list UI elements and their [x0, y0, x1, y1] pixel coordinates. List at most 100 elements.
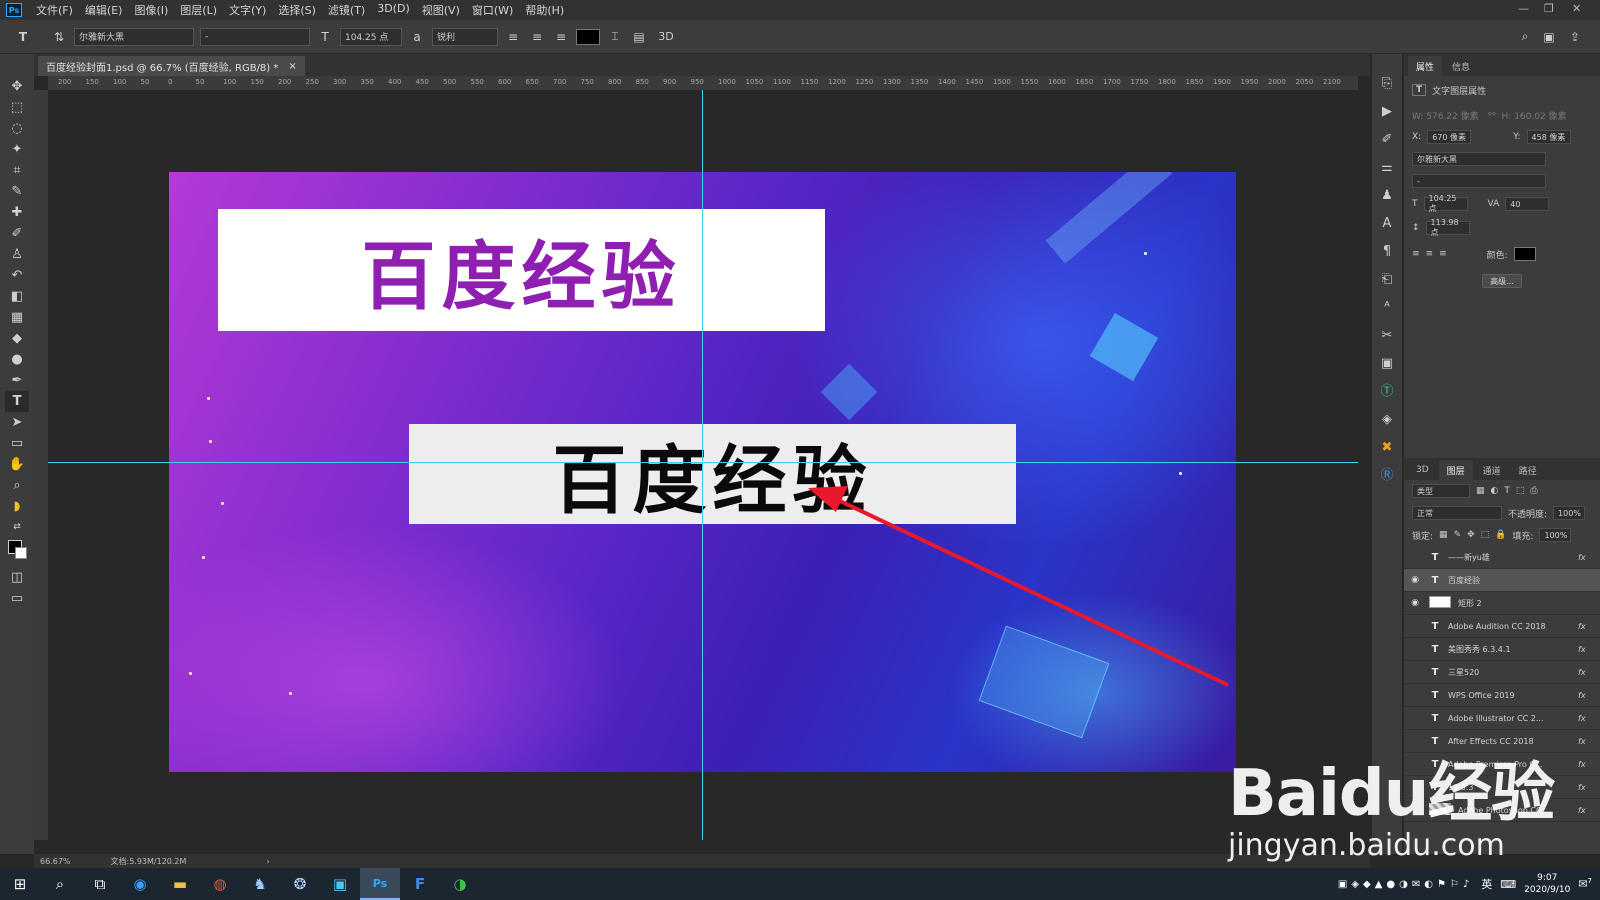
warp-text-icon[interactable]: ⌶	[606, 29, 624, 44]
paragraph-icon[interactable]: ¶	[1376, 240, 1398, 264]
x-field[interactable]: 670 像素	[1427, 130, 1472, 144]
lock-position-icon[interactable]: ✥	[1467, 530, 1475, 540]
banana-icon[interactable]: ◗	[5, 496, 29, 517]
close-tab-icon[interactable]: ×	[288, 61, 296, 72]
filter-type-icon[interactable]: T	[1504, 486, 1510, 496]
search-icon[interactable]: ⌕	[1516, 29, 1534, 44]
align-left-icon[interactable]: ≡	[504, 30, 522, 44]
libraries-icon[interactable]: ♟	[1376, 184, 1398, 208]
workspace-icon[interactable]: ▣	[1540, 30, 1558, 44]
layer-name[interactable]: Adobe Photoshop CC ...	[1458, 806, 1572, 815]
menu-item[interactable]: 文字(Y)	[223, 2, 272, 18]
foreground-background-icon[interactable]	[5, 538, 29, 559]
layer-name[interactable]: Adobe Premiere Pro C...	[1448, 760, 1572, 769]
actions-play-icon[interactable]: ▶	[1376, 100, 1398, 124]
layer-row[interactable]: ◉ 矩形 2	[1404, 592, 1600, 615]
notifications-icon[interactable]: ✉7	[1578, 877, 1592, 891]
pen-tool-icon[interactable]: ✒	[5, 370, 29, 391]
tab-properties[interactable]: 属性	[1408, 56, 1443, 76]
text-color-swatch[interactable]	[576, 28, 600, 45]
visibility-eye-icon[interactable]: ◉	[1408, 598, 1422, 608]
align-right-icon[interactable]: ≡	[1439, 249, 1447, 259]
history-icon[interactable]: ⎘	[1376, 72, 1398, 96]
toggle-orientation-icon[interactable]: ⇅	[50, 30, 68, 44]
tab-3d[interactable]: 3D	[1408, 460, 1437, 480]
file-explorer-icon[interactable]: ▬	[160, 868, 200, 900]
link-icon[interactable]: ⚯	[1488, 110, 1496, 120]
filter-adjust-icon[interactable]: ◐	[1491, 486, 1499, 496]
tab-layers[interactable]: 图层	[1438, 460, 1473, 480]
tab-paths[interactable]: 路径	[1511, 460, 1545, 480]
ime-indicator[interactable]: 英	[1481, 876, 1492, 892]
adjustments-icon[interactable]: ⚌	[1376, 156, 1398, 180]
brush-settings-icon[interactable]: ✐	[1376, 128, 1398, 152]
keyboard-icon[interactable]: ⌨	[1500, 878, 1516, 891]
plugin-brush-icon[interactable]: ◈	[1376, 408, 1398, 432]
plugin-cross-icon[interactable]: ✖	[1376, 436, 1398, 460]
layer-effects-icon[interactable]: fx	[1578, 668, 1600, 677]
layer-row[interactable]: T 美图秀秀 6.3.4.1 fx	[1404, 638, 1600, 661]
layer-effects-icon[interactable]: fx	[1578, 760, 1600, 769]
note-icon[interactable]: ▣	[1376, 352, 1398, 376]
menu-item[interactable]: 视图(V)	[416, 2, 466, 18]
blur-tool-icon[interactable]: ◆	[5, 328, 29, 349]
document-tab[interactable]: 百度经验封面1.psd @ 66.7% (百度经验, RGB/8) * ×	[38, 56, 305, 76]
layer-row[interactable]: T After Effects CC 2018 fx	[1404, 730, 1600, 753]
browser-icon[interactable]: ◉	[120, 868, 160, 900]
chrome-icon[interactable]: ◍	[200, 868, 240, 900]
layer-row[interactable]: T WPS Office 2019 fx	[1404, 684, 1600, 707]
marquee-tool-icon[interactable]: ⬚	[5, 97, 29, 118]
layer-name[interactable]: 三星520	[1448, 667, 1572, 678]
menu-item[interactable]: 选择(S)	[272, 2, 322, 18]
layer-effects-icon[interactable]: fx	[1578, 553, 1600, 562]
layer-effects-icon[interactable]: fx	[1578, 714, 1600, 723]
layer-name[interactable]: 矩形 2	[1458, 598, 1572, 609]
layer-row[interactable]: ◉ T 百度经验	[1404, 569, 1600, 592]
size-field[interactable]: 104.25 点	[1423, 194, 1468, 213]
quick-mask-icon[interactable]: ◫	[5, 567, 29, 588]
lock-artboard-icon[interactable]: ⬚	[1481, 530, 1490, 540]
crop-tool-icon[interactable]: ⌗	[5, 160, 29, 181]
lock-all-icon[interactable]: 🔒	[1495, 530, 1506, 540]
wechat-icon[interactable]: ◑	[440, 868, 480, 900]
layer-name[interactable]: WPS Office 2019	[1448, 691, 1572, 700]
tab-info[interactable]: 信息	[1444, 56, 1478, 76]
font-style-field[interactable]: -	[1412, 174, 1546, 188]
align-left-icon[interactable]: ≡	[1412, 249, 1420, 259]
align-right-icon[interactable]: ≡	[552, 30, 570, 44]
menu-item[interactable]: 编辑(E)	[79, 2, 129, 18]
type-tool-icon[interactable]: T	[5, 391, 29, 412]
path-selection-icon[interactable]: ➤	[5, 412, 29, 433]
horizontal-guide[interactable]	[48, 462, 1358, 463]
eyedropper-tool-icon[interactable]: ✎	[5, 181, 29, 202]
app-icon-2[interactable]: ❂	[280, 868, 320, 900]
3d-button[interactable]: 3D	[654, 30, 678, 43]
menu-item[interactable]: 窗口(W)	[466, 2, 519, 18]
layer-effects-icon[interactable]: fx	[1578, 783, 1600, 792]
filter-pixel-icon[interactable]: ▦	[1476, 486, 1485, 496]
fill-field[interactable]: 100%	[1539, 528, 1572, 542]
menu-item[interactable]: 滤镜(T)	[322, 2, 371, 18]
dodge-tool-icon[interactable]: ●	[5, 349, 29, 370]
layer-effects-icon[interactable]: fx	[1578, 645, 1600, 654]
stamp-tool-icon[interactable]: ♙	[5, 244, 29, 265]
minimize-icon[interactable]: —	[1518, 2, 1529, 15]
swap-colors-icon[interactable]: ⇄	[5, 517, 29, 538]
menu-item[interactable]: 文件(F)	[30, 2, 79, 18]
layer-effects-icon[interactable]: fx	[1578, 806, 1600, 815]
filter-smart-icon[interactable]: ⎙	[1530, 486, 1537, 496]
tab-channels[interactable]: 通道	[1475, 460, 1509, 480]
hand-tool-icon[interactable]: ✋	[5, 454, 29, 475]
zoom-tool-icon[interactable]: ⌕	[5, 475, 29, 496]
vertical-guide[interactable]	[702, 90, 703, 840]
blend-mode-select[interactable]: 正常	[1412, 506, 1502, 520]
restore-icon[interactable]: ❐	[1544, 2, 1554, 15]
layer-filter-select[interactable]: 类型	[1412, 484, 1470, 498]
app-icon-3[interactable]: ▣	[320, 868, 360, 900]
color-swatch[interactable]	[1513, 247, 1536, 261]
font-family-field[interactable]: 尔雅新大黑	[1412, 152, 1546, 166]
brush-tool-icon[interactable]: ✐	[5, 223, 29, 244]
tracking-field[interactable]: 40	[1505, 197, 1550, 211]
layer-row[interactable]: T 三星520 fx	[1404, 661, 1600, 684]
gradient-tool-icon[interactable]: ▦	[5, 307, 29, 328]
